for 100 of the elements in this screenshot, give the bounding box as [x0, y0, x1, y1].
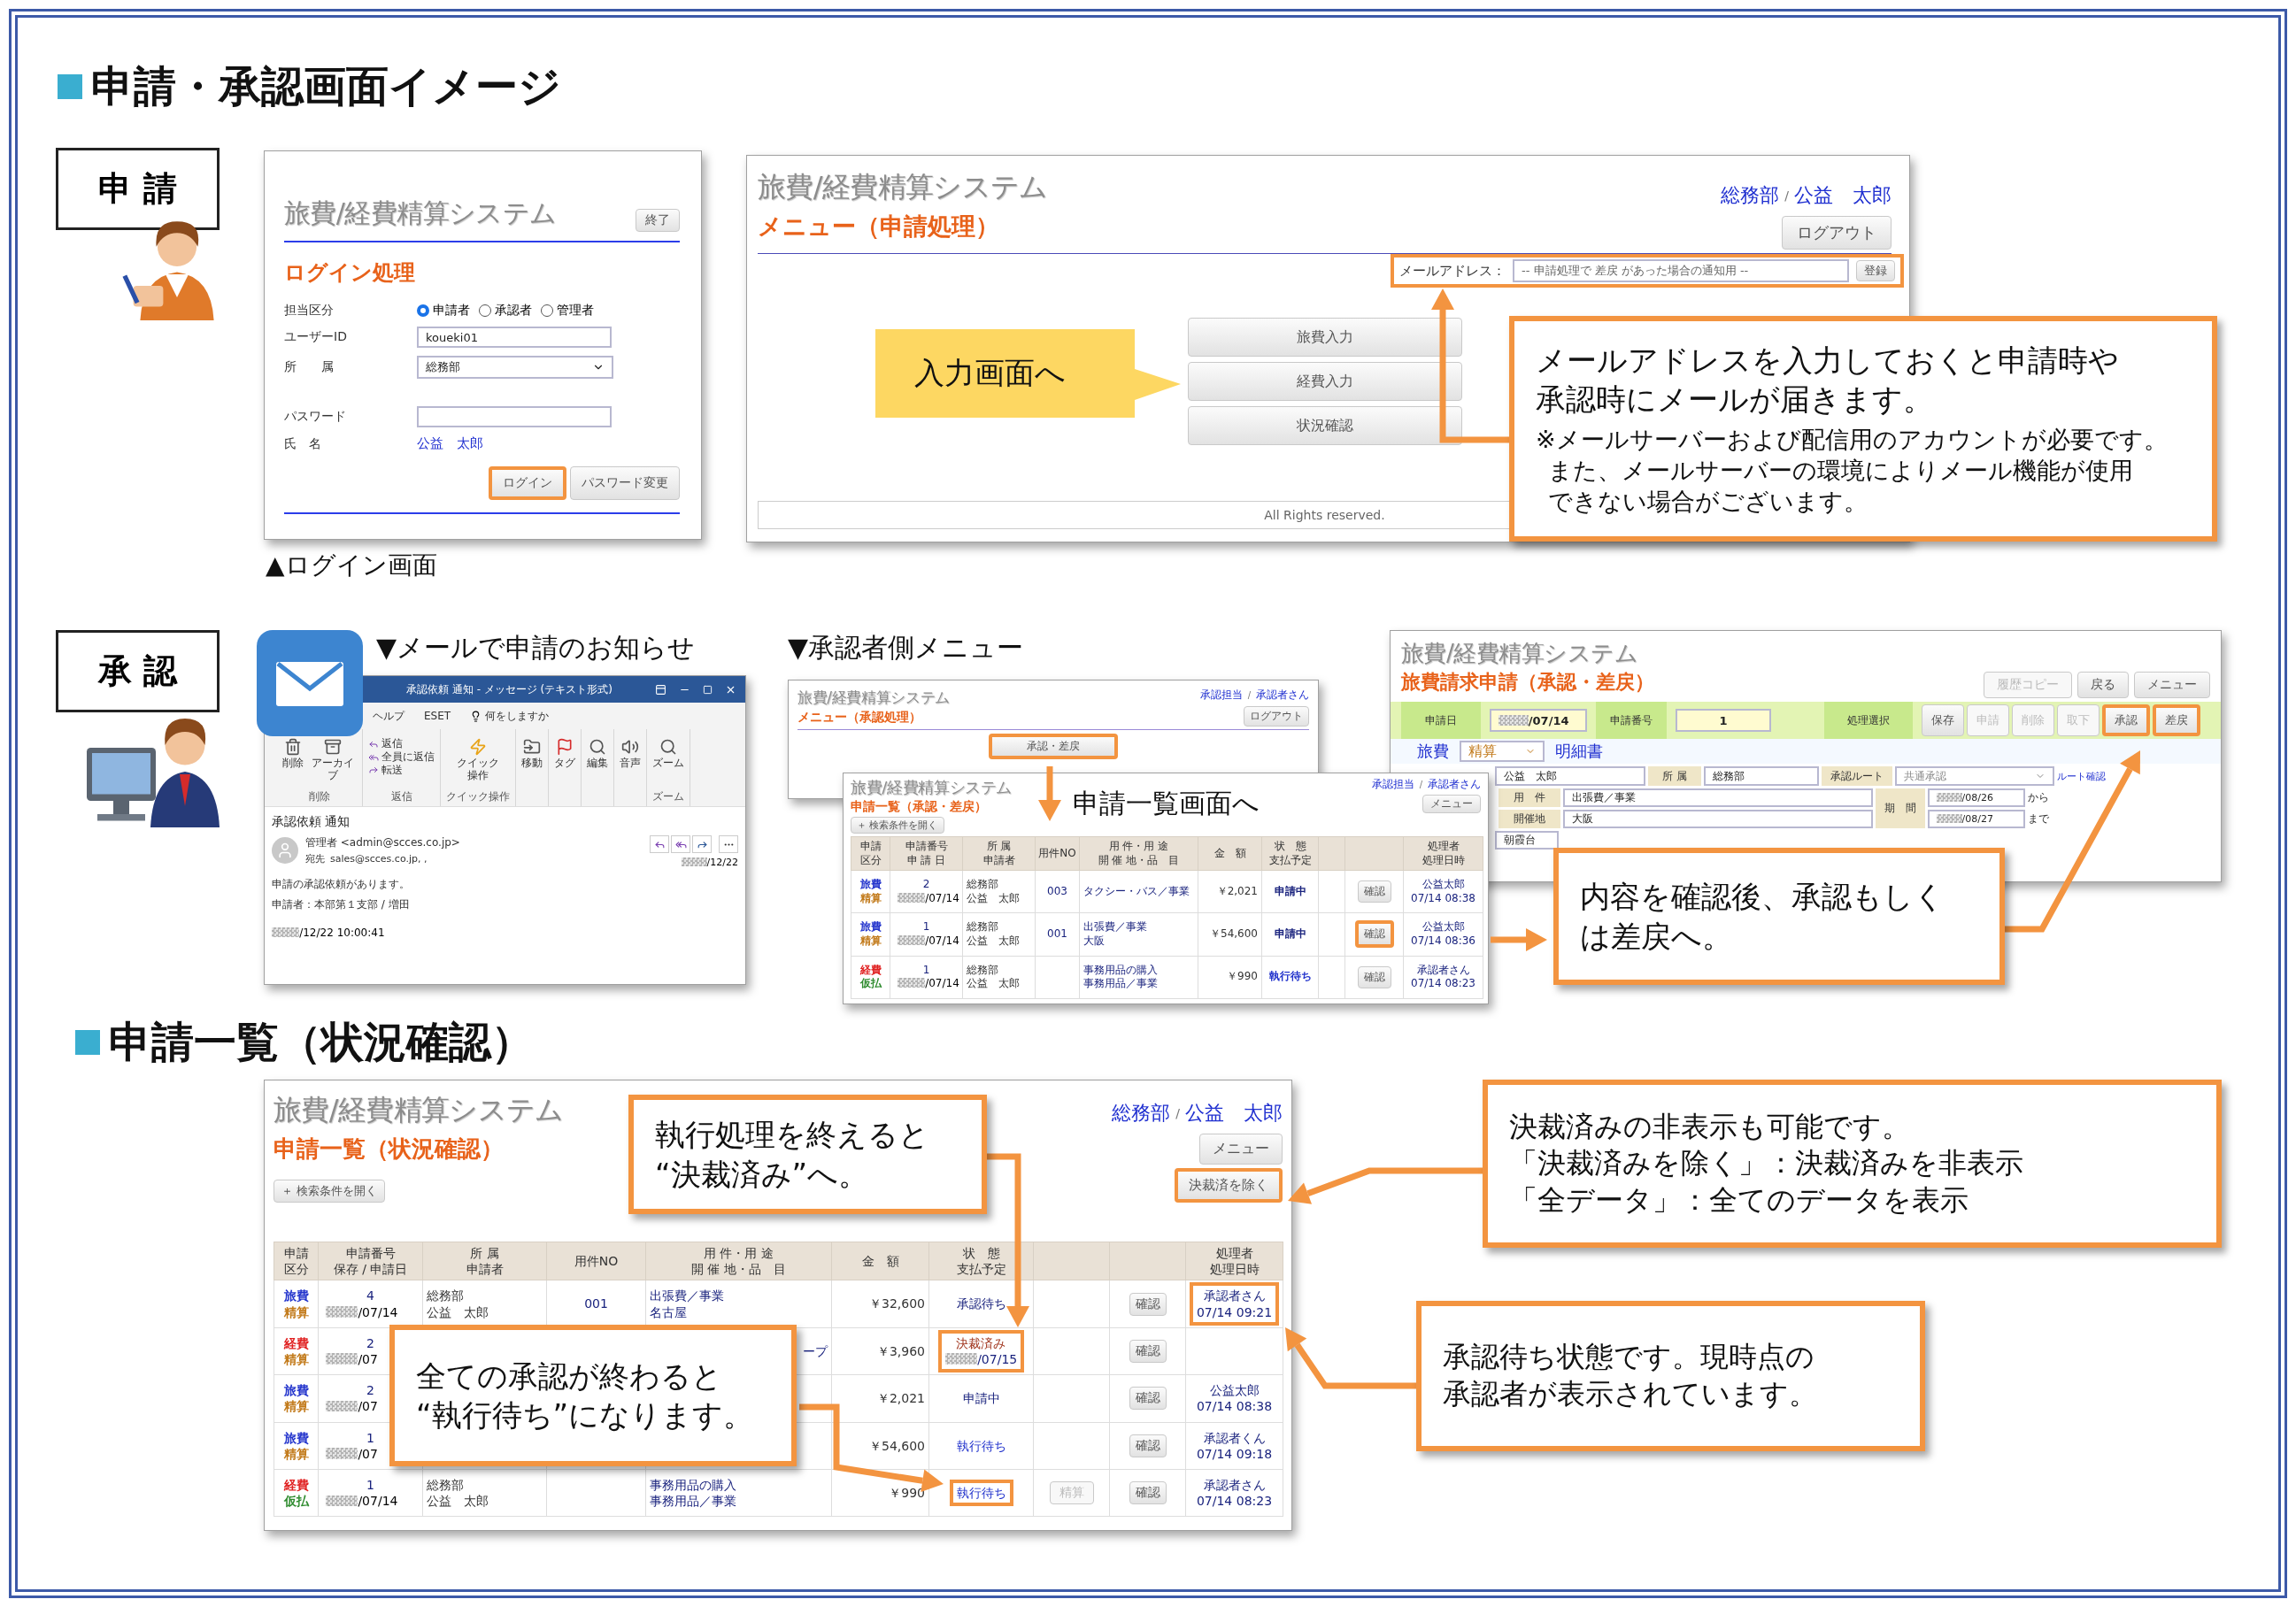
password-field[interactable] [417, 406, 612, 427]
field-label: 処理選択 [1824, 702, 1913, 739]
ribbon-tab[interactable]: ESET [424, 710, 451, 722]
square-bullet-icon [58, 74, 82, 99]
menu-button[interactable]: 旅費入力 [1187, 318, 1462, 357]
purpose-field[interactable]: 出張費／事業 [1563, 788, 1873, 807]
confirm-button[interactable]: 確認 [1129, 1481, 1167, 1505]
forward-icon[interactable] [692, 835, 712, 853]
reply-icon[interactable] [650, 835, 669, 853]
menu-button[interactable]: メニュー [1199, 1134, 1283, 1165]
folder-icon [523, 738, 541, 756]
separator-text: / [1175, 1106, 1180, 1120]
maximize-icon[interactable] [703, 684, 713, 695]
tell-me-field[interactable]: 何をしますか [485, 708, 550, 724]
search-icon [659, 738, 677, 756]
callout-text: 承認待ち状態です。現時点の 承認者が表示されています。 [1443, 1339, 1818, 1412]
group-label: ズーム [652, 789, 684, 804]
address-field[interactable]: 朝霞台 [1495, 831, 1559, 850]
role-link[interactable]: 承認担当 [1199, 688, 1243, 703]
toolbar-button[interactable]: 戻る [2077, 672, 2129, 698]
applicant-text: 公益 太郎 [967, 977, 1020, 991]
action-button[interactable]: 保存 [1922, 704, 1964, 736]
role-link[interactable]: 承認担当 [1371, 777, 1414, 792]
date-field[interactable]: /08/26 [1928, 788, 2025, 807]
to-label: 宛先 [305, 852, 325, 865]
action-button[interactable]: 差戻 [2153, 704, 2200, 736]
menu-button[interactable]: 経費入力 [1187, 362, 1462, 401]
processor-text: 承認者くん 07/14 09:18 [1196, 1429, 1273, 1462]
confirm-button[interactable]: 確認 [1354, 920, 1394, 949]
department-text: 総務部 [427, 1288, 464, 1304]
caption: ▲ログイン画面 [266, 550, 437, 581]
type-text: 精算 [283, 1350, 309, 1368]
purpose-text: 事務用品／事業 [650, 1493, 736, 1510]
user-id-field[interactable]: koueki01 [417, 327, 612, 348]
ribbon-button[interactable]: 全員に返信 [381, 750, 435, 764]
ribbon-display-icon[interactable] [655, 683, 666, 696]
route-select[interactable]: 共通承認 [1895, 766, 2054, 786]
user-link[interactable]: 承認者さん [1256, 688, 1309, 703]
action-button[interactable]: 承認 [2102, 704, 2150, 736]
user-link[interactable]: 公益 太郎 [1794, 182, 1892, 209]
ribbon-button[interactable]: 編集 [587, 757, 608, 770]
confirm-button[interactable]: 確認 [1357, 880, 1391, 903]
mail-subject: 承認依頼 通知 [272, 814, 351, 830]
ribbon-button[interactable]: アーカイブ [309, 757, 357, 782]
ribbon-button[interactable]: 返信 [381, 738, 403, 750]
login-button[interactable]: ログイン [489, 466, 566, 500]
menu-button[interactable]: 状況確認 [1187, 406, 1462, 445]
logout-button[interactable]: ログアウト [1244, 706, 1309, 727]
ribbon-button[interactable]: クイック操作 [454, 757, 502, 782]
settlement-select[interactable]: 精算 [1460, 741, 1545, 762]
exit-button[interactable]: 終了 [636, 209, 680, 232]
user-link[interactable]: 公益 太郎 [1185, 1100, 1283, 1126]
confirm-button[interactable]: 確認 [1129, 1292, 1167, 1316]
mail-address-field[interactable]: -- 申請処理で 差戻 があった場合の通知用 -- [1513, 259, 1849, 282]
reply-all-icon[interactable] [671, 835, 690, 853]
search-toggle-button[interactable]: ＋ 検索条件を開く [274, 1180, 386, 1203]
category-text: 旅費 [859, 878, 882, 892]
confirm-button[interactable]: 確認 [1129, 1434, 1167, 1457]
department-select[interactable]: 総務部 [417, 356, 613, 379]
detail-link[interactable]: 明細書 [1555, 741, 1603, 762]
column-header: 用 件・用 途 開 催 地・品 目 [645, 1242, 832, 1280]
down-arrow [1038, 766, 1061, 821]
amount-text: ￥3,960 [876, 1342, 925, 1360]
menu-button[interactable]: メニュー [1422, 795, 1481, 813]
status-text: 決裁済み /07/15 [937, 1329, 1025, 1373]
confirm-button[interactable]: 確認 [1129, 1387, 1167, 1411]
ribbon-tab[interactable]: ヘルプ [373, 708, 404, 724]
logout-button[interactable]: ログアウト [1782, 216, 1892, 250]
toolbar-button[interactable]: メニュー [2134, 672, 2210, 698]
ribbon-button[interactable]: ズーム [652, 757, 684, 770]
department-link[interactable]: 総務部 [1112, 1100, 1171, 1126]
column-header: 状 態 支払予定 [928, 1242, 1034, 1280]
radio-option[interactable]: 管理者 [541, 303, 594, 319]
change-password-button[interactable]: パスワード変更 [570, 466, 680, 500]
name-field[interactable]: 公益 太郎 [1495, 766, 1645, 786]
route-link[interactable]: ルート確認 [2057, 769, 2106, 783]
confirm-button[interactable]: 確認 [1357, 965, 1391, 988]
column-header: 用件NO [1035, 836, 1080, 871]
ribbon-button[interactable]: タグ [554, 757, 575, 770]
radio-option[interactable]: 申請者 [417, 303, 470, 319]
field-label: 申請日 [1401, 702, 1481, 739]
ribbon-button[interactable]: 音声 [620, 757, 641, 770]
date-field[interactable]: /08/27 [1928, 810, 2025, 828]
approve-reject-button[interactable]: 承認・差戻 [989, 734, 1118, 759]
register-button[interactable]: 登録 [1856, 260, 1895, 281]
ribbon-button[interactable]: 移動 [521, 757, 543, 770]
confirm-button[interactable]: 確認 [1129, 1339, 1167, 1363]
search-toggle-button[interactable]: ＋ 検索条件を開く [851, 817, 944, 834]
department-field[interactable]: 総務部 [1704, 766, 1819, 786]
ribbon-button[interactable]: 転送 [381, 764, 403, 777]
venue-field[interactable]: 大阪 [1563, 810, 1873, 828]
case-number-text: 001 [584, 1296, 608, 1312]
radio-option[interactable]: 承認者 [479, 303, 532, 319]
date-field[interactable]: /07/14 [1490, 709, 1587, 732]
exclude-settled-button[interactable]: 決裁済を除く [1175, 1168, 1283, 1203]
number-field[interactable]: 1 [1676, 709, 1771, 732]
ribbon-button[interactable]: 削除 [282, 757, 304, 770]
purpose-text: 事務用品の購入 [650, 1476, 736, 1494]
user-link[interactable]: 承認者さん [1428, 777, 1481, 792]
department-link[interactable]: 総務部 [1721, 182, 1780, 209]
